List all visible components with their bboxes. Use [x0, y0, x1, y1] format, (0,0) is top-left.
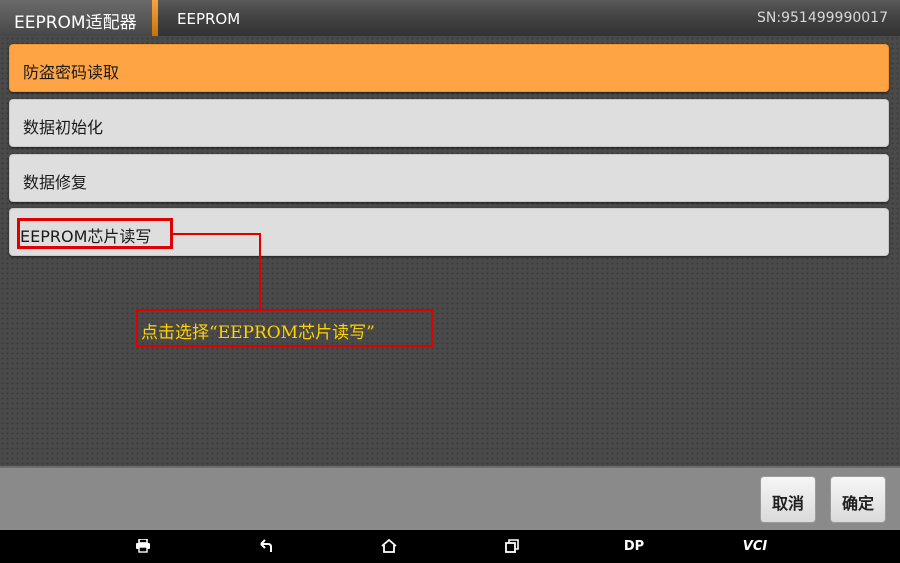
confirm-button[interactable]: 确定	[830, 476, 886, 523]
app-title: EEPROM适配器	[14, 13, 137, 33]
serial-number: SN:951499990017	[757, 10, 888, 26]
printer-icon[interactable]	[133, 536, 153, 556]
callout-text: 点击选择“EEPROM芯片读写”	[141, 323, 375, 343]
confirm-button-label: 确定	[841, 494, 874, 513]
action-bar: 取消 确定	[0, 466, 900, 530]
breadcrumb: EEPROM	[177, 10, 241, 28]
callout-box: 点击选择“EEPROM芯片读写”	[136, 309, 433, 347]
system-nav-bar: DP VCI	[0, 530, 900, 563]
menu-item-label: 数据修复	[23, 173, 88, 192]
cancel-button[interactable]: 取消	[760, 476, 816, 523]
callout-line-vertical	[259, 233, 261, 310]
app-title-tab[interactable]: EEPROM适配器	[0, 0, 158, 36]
menu-item-label: 防盗密码读取	[23, 63, 120, 82]
menu-item-data-init[interactable]: 数据初始化	[9, 99, 889, 147]
menu-item-immobilizer-read[interactable]: 防盗密码读取	[9, 44, 889, 92]
menu-item-label: 数据初始化	[23, 118, 104, 137]
recent-apps-icon[interactable]	[502, 536, 522, 556]
dp-indicator[interactable]: DP	[620, 536, 648, 556]
top-bar: EEPROM适配器 EEPROM SN:951499990017	[0, 0, 900, 36]
cancel-button-label: 取消	[771, 494, 804, 513]
home-icon[interactable]	[379, 536, 399, 556]
callout-line-horizontal	[173, 233, 261, 235]
app-tab-accent	[152, 0, 158, 36]
highlight-box	[17, 218, 173, 249]
back-icon[interactable]	[256, 536, 276, 556]
vci-indicator[interactable]: VCI	[740, 536, 770, 556]
menu-item-data-repair[interactable]: 数据修复	[9, 154, 889, 202]
main-content: 防盗密码读取 数据初始化 数据修复 EEPROM芯片读写	[0, 36, 900, 466]
